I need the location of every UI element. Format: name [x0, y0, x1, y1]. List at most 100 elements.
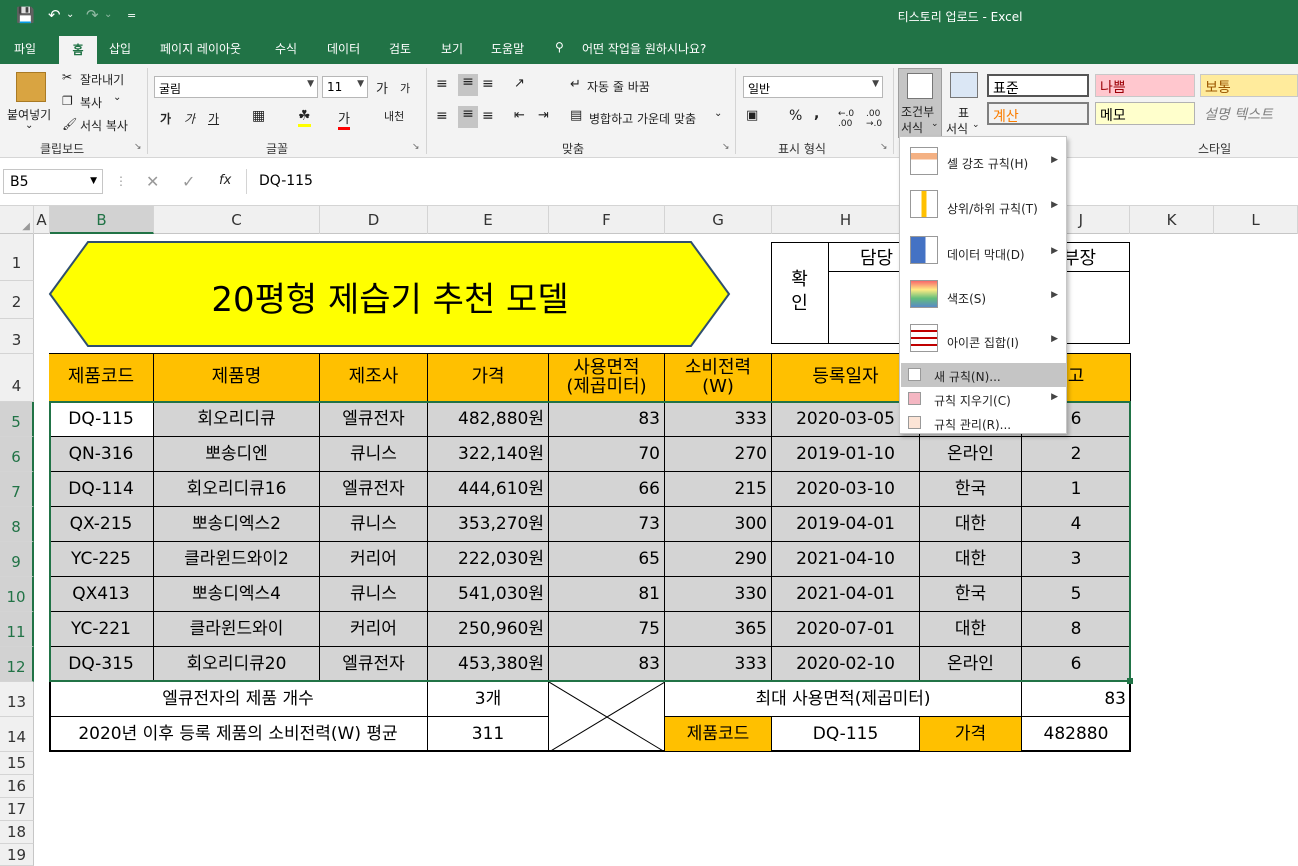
paste-icon[interactable]: [16, 72, 46, 102]
table-cell[interactable]: 6: [1022, 647, 1131, 682]
empty-crossed-cell[interactable]: [549, 682, 665, 752]
table-cell[interactable]: 333: [665, 402, 772, 437]
row-header-12[interactable]: 12: [0, 647, 34, 682]
name-box[interactable]: B5 ▼: [3, 169, 103, 194]
row-header-1[interactable]: 1: [0, 234, 34, 281]
font-name-combo[interactable]: 굴림 ▼: [154, 76, 318, 98]
tell-me-search[interactable]: 어떤 작업을 원하시나요?: [582, 40, 706, 57]
table-header-cell[interactable]: 제조사: [320, 354, 428, 402]
table-cell[interactable]: 83: [549, 402, 665, 437]
table-cell[interactable]: 222,030원: [428, 542, 549, 577]
col-header-d[interactable]: D: [320, 206, 428, 234]
row-header-4[interactable]: 4: [0, 354, 34, 402]
decrease-indent-icon[interactable]: ⇤: [514, 108, 525, 123]
table-cell[interactable]: 2: [1022, 437, 1131, 472]
copy-button[interactable]: 복사: [80, 94, 102, 111]
table-cell[interactable]: 75: [549, 612, 665, 647]
underline-button[interactable]: 가: [208, 110, 219, 127]
menu-clear-rules[interactable]: 규칙 지우기(C) ▶: [901, 387, 1066, 411]
table-header-cell[interactable]: 제품코드: [49, 354, 154, 402]
table-cell[interactable]: 2020-07-01: [772, 612, 920, 647]
col-header-e[interactable]: E: [428, 206, 549, 234]
col-header-k[interactable]: K: [1130, 206, 1214, 234]
table-cell[interactable]: 큐니스: [320, 507, 428, 542]
style-normal[interactable]: 표준: [987, 74, 1089, 97]
table-cell[interactable]: 대한: [920, 542, 1022, 577]
table-cell[interactable]: 290: [665, 542, 772, 577]
table-cell[interactable]: 2019-04-01: [772, 507, 920, 542]
table-cell[interactable]: 회오리디큐16: [154, 472, 320, 507]
col-header-b[interactable]: B: [50, 206, 154, 234]
row-header-9[interactable]: 9: [0, 542, 34, 577]
format-painter-button[interactable]: 서식 복사: [80, 117, 128, 134]
tab-page-layout[interactable]: 페이지 레이아웃: [160, 40, 241, 57]
align-right-icon[interactable]: ≡: [482, 108, 494, 124]
table-cell[interactable]: 300: [665, 507, 772, 542]
table-cell[interactable]: QX-215: [49, 507, 154, 542]
table-cell[interactable]: 365: [665, 612, 772, 647]
table-cell[interactable]: 66: [549, 472, 665, 507]
customize-qat-icon[interactable]: =: [127, 9, 136, 22]
table-cell[interactable]: 81: [549, 577, 665, 612]
style-calculation[interactable]: 계산: [987, 102, 1089, 125]
table-cell[interactable]: 뽀송디엔: [154, 437, 320, 472]
table-cell[interactable]: 온라인: [920, 647, 1022, 682]
style-neutral[interactable]: 보통: [1200, 74, 1298, 97]
table-cell[interactable]: 온라인: [920, 437, 1022, 472]
menu-data-bars[interactable]: 데이터 막대(D) ▶: [901, 236, 1066, 272]
increase-decimal-button[interactable]: ←.0 .00: [838, 109, 862, 129]
row-header-2[interactable]: 2: [0, 281, 34, 319]
row-header-11[interactable]: 11: [0, 612, 34, 647]
table-cell[interactable]: 클라윈드와이2: [154, 542, 320, 577]
tab-review[interactable]: 검토: [389, 40, 411, 57]
table-cell[interactable]: 322,140원: [428, 437, 549, 472]
menu-top-bottom-rules[interactable]: 상위/하위 규칙(T) ▶: [901, 190, 1066, 226]
row-header-19[interactable]: 19: [0, 844, 34, 866]
table-header-cell[interactable]: 가격: [428, 354, 549, 402]
align-middle-icon[interactable]: ≡: [458, 74, 478, 96]
table-cell[interactable]: DQ-115: [49, 402, 154, 437]
table-cell[interactable]: 엘큐전자: [320, 472, 428, 507]
table-cell[interactable]: 353,270원: [428, 507, 549, 542]
wrap-text-button[interactable]: 자동 줄 바꿈: [587, 78, 650, 95]
row-header-5[interactable]: 5: [0, 402, 34, 437]
table-cell[interactable]: 250,960원: [428, 612, 549, 647]
table-cell[interactable]: 2020-02-10: [772, 647, 920, 682]
enter-icon[interactable]: ✓: [182, 172, 195, 191]
number-launcher-icon[interactable]: ↘: [880, 142, 888, 152]
table-cell[interactable]: YC-221: [49, 612, 154, 647]
borders-icon[interactable]: ▦: [252, 108, 265, 124]
table-header-cell[interactable]: 등록일자: [772, 354, 920, 402]
style-explanatory[interactable]: 설명 텍스트: [1200, 102, 1298, 125]
fill-color-icon[interactable]: ☘: [298, 108, 311, 127]
cut-button[interactable]: 잘라내기: [80, 71, 124, 88]
table-cell[interactable]: 한국: [920, 472, 1022, 507]
col-header-g[interactable]: G: [665, 206, 772, 234]
table-cell[interactable]: 2020-03-05: [772, 402, 920, 437]
row-header-18[interactable]: 18: [0, 821, 34, 844]
undo-icon[interactable]: ↶: [48, 6, 61, 24]
menu-highlight-cells-rules[interactable]: 셀 강조 규칙(H) ▶: [901, 147, 1066, 183]
table-cell[interactable]: 회오리디큐20: [154, 647, 320, 682]
summary-label[interactable]: 제품코드: [665, 717, 772, 752]
table-cell[interactable]: 5: [1022, 577, 1131, 612]
row-header-7[interactable]: 7: [0, 472, 34, 507]
summary-value[interactable]: 3개: [428, 682, 549, 717]
table-cell[interactable]: 회오리디큐: [154, 402, 320, 437]
tab-file[interactable]: 파일: [14, 40, 36, 57]
align-top-icon[interactable]: ≡: [436, 76, 448, 92]
table-cell[interactable]: 2021-04-01: [772, 577, 920, 612]
font-shrink-button[interactable]: 가: [400, 80, 410, 96]
table-cell[interactable]: 215: [665, 472, 772, 507]
bold-button[interactable]: 가: [160, 110, 171, 127]
tab-view[interactable]: 보기: [441, 40, 463, 57]
table-cell[interactable]: 대한: [920, 507, 1022, 542]
table-cell[interactable]: 482,880원: [428, 402, 549, 437]
row-header-8[interactable]: 8: [0, 507, 34, 542]
table-cell[interactable]: 2019-01-10: [772, 437, 920, 472]
table-cell[interactable]: 444,610원: [428, 472, 549, 507]
cancel-icon[interactable]: ✕: [146, 172, 159, 191]
decrease-decimal-button[interactable]: .00 →.0: [866, 109, 890, 129]
table-cell[interactable]: 2021-04-10: [772, 542, 920, 577]
row-header-3[interactable]: 3: [0, 319, 34, 354]
